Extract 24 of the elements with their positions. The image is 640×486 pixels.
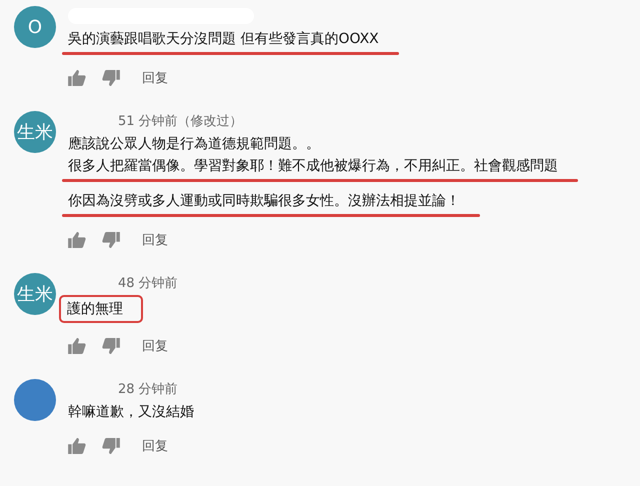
thumbs-down-icon[interactable] [102,70,120,86]
reply-button[interactable]: 回复 [136,69,168,87]
thumbs-up-icon[interactable] [68,338,86,354]
comment-text: 應該說公眾人物是行為道德規範問題。。 [68,136,320,152]
reply-button[interactable]: 回复 [136,337,168,355]
thumbs-up-icon[interactable] [68,438,86,454]
comment-time: 51 分钟前（修改过） [118,113,243,130]
avatar: 生米 [14,111,56,153]
thumbs-up-icon[interactable] [68,232,86,248]
comment-time: 28 分钟前 [118,381,178,398]
avatar: 生米 [14,273,56,315]
comment-text: 很多人把羅當偶像。學習對象耶！難不成他被爆行為，不用糾正。社會觀感問題 [68,157,558,176]
thumbs-down-icon[interactable] [102,338,120,354]
comment-text: 吳的演藝跟唱歌天分沒問題 但有些發言真的OOXX [68,30,379,49]
comment-text: 幹嘛道歉，又沒結婚 [68,404,194,420]
thumbs-up-icon[interactable] [68,70,86,86]
reply-button[interactable]: 回复 [136,437,168,455]
thumbs-down-icon[interactable] [102,438,120,454]
avatar: O [14,6,56,48]
thumbs-down-icon[interactable] [102,232,120,248]
comment-text: 護的無理 [67,301,123,317]
reply-button[interactable]: 回复 [136,231,168,249]
comment-time: 48 分钟前 [118,275,178,292]
comment-text: 你因為沒劈或多人運動或同時欺騙很多女性。沒辦法相提並論！ [68,192,460,211]
